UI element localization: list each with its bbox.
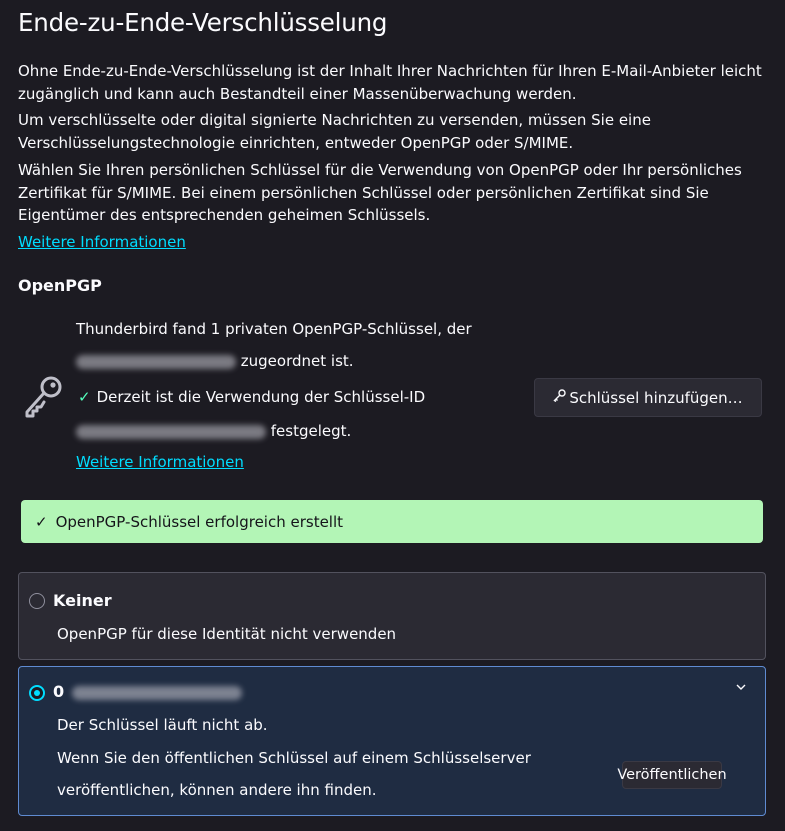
success-check-icon: ✓ [35, 512, 48, 531]
chevron-down-icon[interactable] [735, 679, 747, 697]
redacted-key-id-title [71, 685, 242, 700]
more-info-link[interactable]: Weitere Informationen [18, 231, 186, 254]
option-none-radio[interactable] [29, 593, 45, 609]
key-small-icon [553, 389, 567, 406]
publish-button[interactable]: Veröffentlichen [617, 761, 727, 789]
page-title: Ende-zu-Ende-Verschlüsselung [18, 8, 388, 37]
key-icon [22, 374, 64, 418]
redacted-email [76, 354, 236, 369]
key-current-line: ✓ Derzeit ist die Verwendung der Schlüsse… [78, 388, 425, 406]
assigned-suffix: zugeordnet ist. [240, 352, 354, 370]
key-id-line: festgelegt. [76, 422, 351, 440]
key-expiry-text: Der Schlüssel läuft nicht ab. [57, 716, 268, 734]
publish-text-1: Wenn Sie den öffentlichen Schlüssel auf … [57, 749, 531, 767]
key-id-start: 0 [53, 682, 65, 701]
option-key-radio[interactable] [29, 685, 45, 701]
option-none-description: OpenPGP für diese Identität nicht verwen… [57, 625, 397, 643]
option-none-card[interactable]: Keiner OpenPGP für diese Identität nicht… [18, 572, 766, 660]
key-assigned-line: zugeordnet ist. [76, 352, 354, 370]
success-notification: ✓ OpenPGP-Schlüssel erfolgreich erstellt [21, 500, 763, 543]
intro-paragraph-1: Ohne Ende-zu-Ende-Verschlüsselung ist de… [18, 62, 762, 103]
redacted-key-id [76, 424, 266, 439]
openpgp-more-info-link[interactable]: Weitere Informationen [76, 453, 244, 471]
intro-paragraph-3: Wählen Sie Ihren persönlichen Schlüssel … [18, 161, 742, 224]
key-found-text: Thunderbird fand 1 privaten OpenPGP-Schl… [76, 320, 472, 338]
current-key-text: Derzeit ist die Verwendung der Schlüssel… [96, 388, 426, 406]
check-icon: ✓ [78, 388, 91, 406]
add-key-button[interactable]: Schlüssel hinzufügen… [534, 378, 762, 417]
set-suffix: festgelegt. [270, 422, 352, 440]
add-key-label: Schlüssel hinzufügen… [569, 388, 743, 407]
option-key-id: 0 [53, 682, 242, 701]
option-key-card[interactable]: 0 Der Schlüssel läuft nicht ab. Wenn Sie… [18, 666, 766, 816]
publish-text-2: veröffentlichen, können andere ihn finde… [57, 781, 377, 799]
openpgp-heading: OpenPGP [18, 276, 102, 295]
option-none-title: Keiner [53, 591, 112, 610]
intro-paragraph-2: Um verschlüsselte oder digital signierte… [18, 111, 651, 152]
success-text: OpenPGP-Schlüssel erfolgreich erstellt [55, 512, 344, 531]
